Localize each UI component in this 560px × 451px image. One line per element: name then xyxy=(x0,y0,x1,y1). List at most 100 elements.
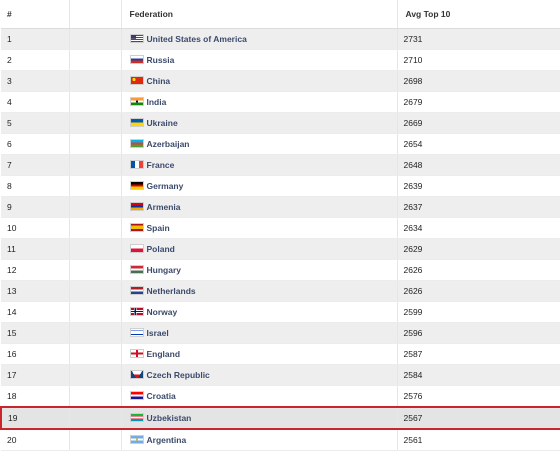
blank-cell xyxy=(69,70,122,92)
france-flag-icon xyxy=(129,160,144,169)
table-row[interactable]: 18 Croatia 2576 xyxy=(1,385,560,408)
table-row[interactable]: 17 Czech Republic 2584 xyxy=(1,364,560,386)
ukraine-flag-icon xyxy=(129,118,144,127)
uzbekistan-flag-icon xyxy=(129,413,144,422)
federation-link[interactable]: Croatia xyxy=(147,391,176,401)
rank-cell: 9 xyxy=(1,196,70,218)
avg-top10-cell: 2639 xyxy=(397,175,560,197)
armenia-flag-icon xyxy=(129,202,144,211)
avg-top10-cell: 2634 xyxy=(397,217,560,239)
blank-cell xyxy=(69,154,122,176)
blank-cell xyxy=(69,28,122,50)
table-row[interactable]: 8 Germany 2639 xyxy=(1,175,560,197)
avg-top10-cell: 2561 xyxy=(397,429,560,451)
federation-link[interactable]: Czech Republic xyxy=(147,370,210,380)
table-row[interactable]: 1 United States of America 2731 xyxy=(1,28,560,50)
poland-flag-icon xyxy=(129,244,144,253)
federation-link[interactable]: Armenia xyxy=(147,202,181,212)
czech-flag-icon xyxy=(129,370,144,379)
federation-column-header[interactable]: Federation xyxy=(121,0,398,29)
federation-cell: Germany xyxy=(121,175,398,197)
england-flag-icon xyxy=(129,349,144,358)
blank-cell xyxy=(69,217,122,239)
federation-link[interactable]: United States of America xyxy=(147,34,247,44)
table-row[interactable]: 14 Norway 2599 xyxy=(1,301,560,323)
avg-top10-cell: 2654 xyxy=(397,133,560,155)
federation-cell: Czech Republic xyxy=(121,364,398,386)
table-row[interactable]: 16 England 2587 xyxy=(1,343,560,365)
hungary-flag-icon xyxy=(129,265,144,274)
blank-cell xyxy=(69,49,122,71)
rank-cell: 2 xyxy=(1,49,70,71)
table-row[interactable]: 6 Azerbaijan 2654 xyxy=(1,133,560,155)
spain-flag-icon xyxy=(129,223,144,232)
federation-link[interactable]: Hungary xyxy=(147,265,181,275)
federation-link[interactable]: India xyxy=(147,97,167,107)
table-row[interactable]: 5 Ukraine 2669 xyxy=(1,112,560,134)
federation-link[interactable]: Norway xyxy=(147,307,178,317)
table-row[interactable]: 10 Spain 2634 xyxy=(1,217,560,239)
table-header-row: # Federation Avg Top 10 xyxy=(1,0,560,29)
rank-cell: 5 xyxy=(1,112,70,134)
blank-cell xyxy=(69,175,122,197)
rank-cell: 15 xyxy=(1,322,70,344)
table-row[interactable]: 2 Russia 2710 xyxy=(1,49,560,71)
federation-link[interactable]: Spain xyxy=(147,223,170,233)
table-row[interactable]: 12 Hungary 2626 xyxy=(1,259,560,281)
federation-link[interactable]: Netherlands xyxy=(147,286,196,296)
table-row[interactable]: 15 Israel 2596 xyxy=(1,322,560,344)
federation-link[interactable]: Israel xyxy=(147,328,169,338)
rank-column-header[interactable]: # xyxy=(1,0,70,29)
federation-link[interactable]: Russia xyxy=(147,55,175,65)
rank-cell: 20 xyxy=(1,429,70,451)
germany-flag-icon xyxy=(129,181,144,190)
federation-link[interactable]: England xyxy=(147,349,181,359)
table-row-highlighted[interactable]: 19 Uzbekistan 2567 xyxy=(0,406,560,430)
federation-cell: China xyxy=(121,70,398,92)
india-flag-icon xyxy=(129,97,144,106)
federation-link[interactable]: China xyxy=(147,76,171,86)
table-row[interactable]: 9 Armenia 2637 xyxy=(1,196,560,218)
federation-link[interactable]: France xyxy=(147,160,175,170)
avg-top10-cell: 2626 xyxy=(397,259,560,281)
netherlands-flag-icon xyxy=(129,286,144,295)
rank-cell: 10 xyxy=(1,217,70,239)
blank-cell xyxy=(69,322,122,344)
avg-top10-cell: 2629 xyxy=(397,238,560,260)
rank-cell: 3 xyxy=(1,70,70,92)
rank-cell: 1 xyxy=(1,28,70,50)
rank-cell: 12 xyxy=(1,259,70,281)
blank-cell xyxy=(69,280,122,302)
usa-flag-icon xyxy=(129,34,144,43)
table-row[interactable]: 4 India 2679 xyxy=(1,91,560,113)
federation-cell: Netherlands xyxy=(121,280,398,302)
table-row[interactable]: 20 Argentina 2561 xyxy=(1,429,560,451)
blank-column-header xyxy=(69,0,122,29)
croatia-flag-icon xyxy=(129,391,144,400)
avg-top10-cell: 2731 xyxy=(397,28,560,50)
federation-link[interactable]: Uzbekistan xyxy=(147,413,192,423)
avg-top10-cell: 2587 xyxy=(397,343,560,365)
table-row[interactable]: 3 China 2698 xyxy=(1,70,560,92)
federation-cell: Hungary xyxy=(121,259,398,281)
federation-link[interactable]: Azerbaijan xyxy=(147,139,190,149)
federation-cell: Norway xyxy=(121,301,398,323)
table-row[interactable]: 13 Netherlands 2626 xyxy=(1,280,560,302)
blank-cell xyxy=(69,133,122,155)
federation-link[interactable]: Ukraine xyxy=(147,118,178,128)
federation-link[interactable]: Argentina xyxy=(147,435,187,445)
blank-cell xyxy=(69,196,122,218)
rank-cell: 16 xyxy=(1,343,70,365)
china-flag-icon xyxy=(129,76,144,85)
rank-cell: 4 xyxy=(1,91,70,113)
federation-ranking-table: # Federation Avg Top 10 1 United States o… xyxy=(0,0,560,451)
avg-top10-column-header[interactable]: Avg Top 10 xyxy=(397,0,560,29)
table-row[interactable]: 7 France 2648 xyxy=(1,154,560,176)
federation-link[interactable]: Germany xyxy=(147,181,184,191)
table-row[interactable]: 11 Poland 2629 xyxy=(1,238,560,260)
federation-cell: India xyxy=(121,91,398,113)
blank-cell xyxy=(69,238,122,260)
blank-cell xyxy=(69,406,122,430)
federation-link[interactable]: Poland xyxy=(147,244,175,254)
federation-cell: United States of America xyxy=(121,28,398,50)
